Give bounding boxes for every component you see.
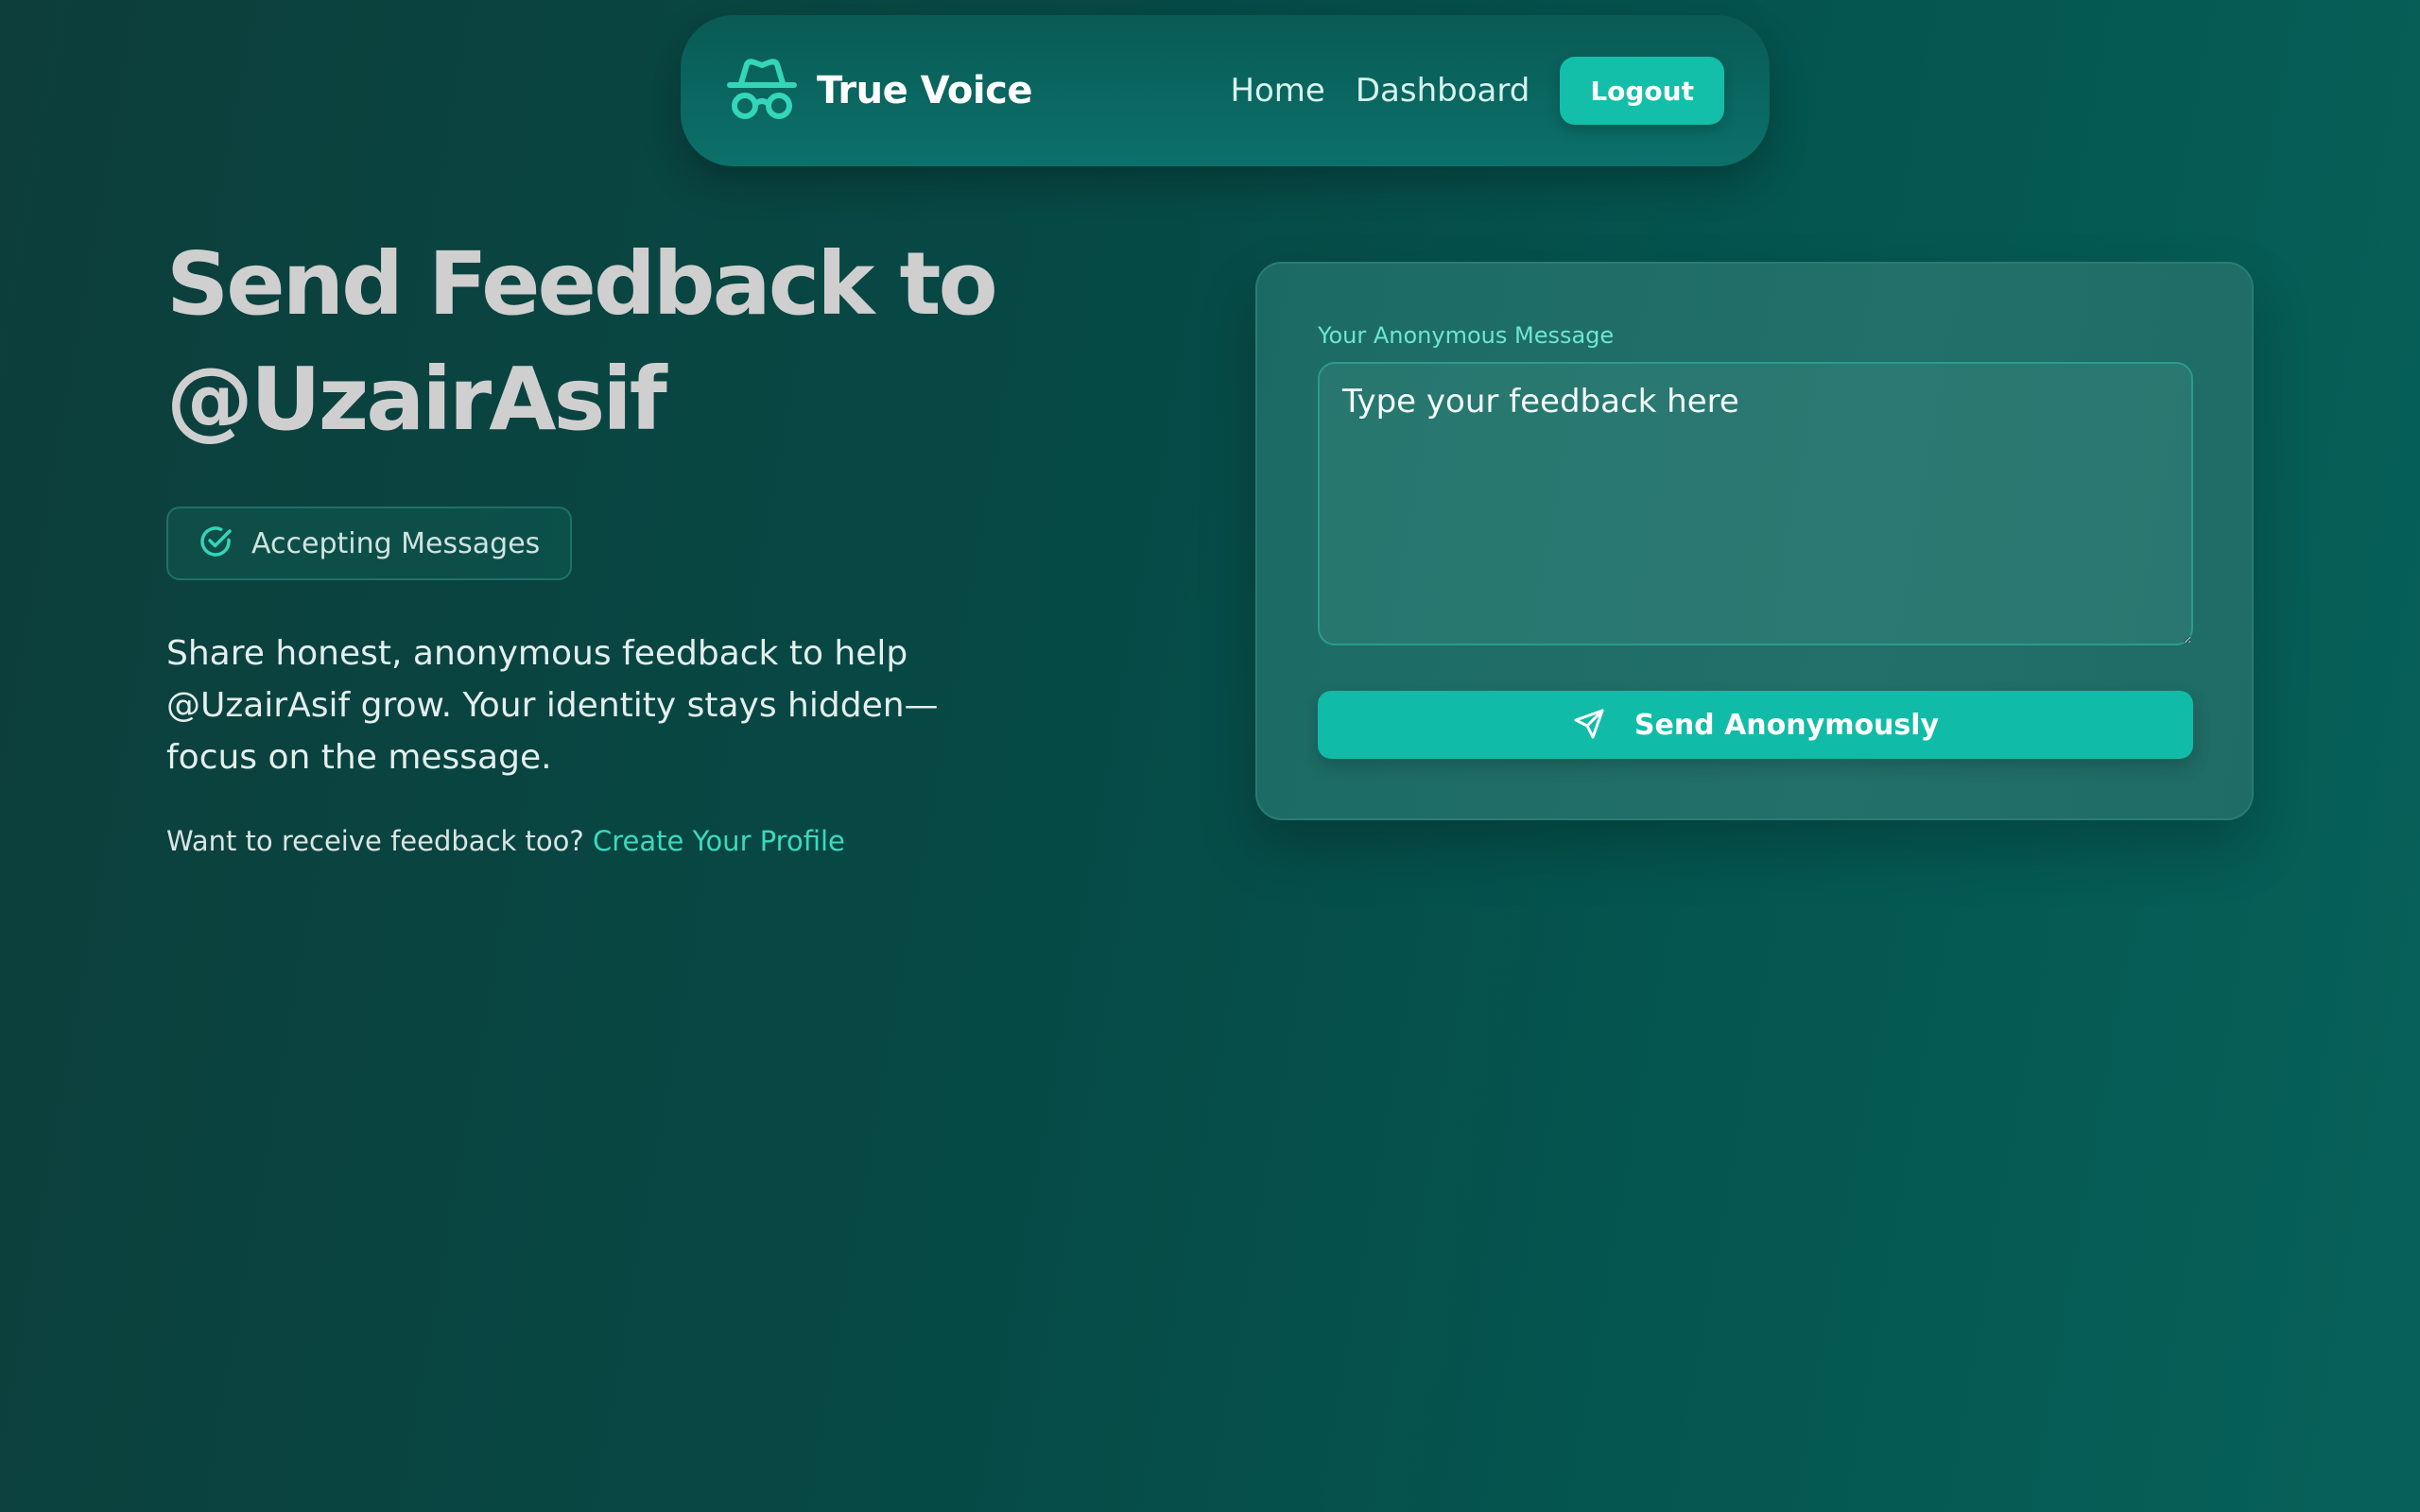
send-icon (1572, 707, 1606, 744)
send-button-label: Send Anonymously (1634, 708, 1940, 742)
message-input[interactable] (1318, 362, 2193, 645)
brand-name: True Voice (817, 69, 1032, 112)
create-profile-link[interactable]: Create Your Profile (593, 825, 845, 857)
feedback-form-card: Your Anonymous Message Send Anonymously (1255, 262, 2254, 820)
create-profile-prompt: Want to receive feedback too? Create You… (166, 825, 1017, 857)
navbar: True Voice Home Dashboard Logout (681, 15, 1770, 166)
send-anonymously-button[interactable]: Send Anonymously (1318, 691, 2193, 759)
message-label: Your Anonymous Message (1318, 322, 1615, 349)
status-badge: Accepting Messages (166, 507, 573, 580)
page-title: Send Feedback to @UzairAsif (166, 227, 1017, 457)
nav-links: Home Dashboard Logout (1230, 57, 1724, 125)
page-title-username: @UzairAsif (166, 349, 667, 450)
logout-button[interactable]: Logout (1560, 57, 1724, 125)
status-label: Accepting Messages (251, 526, 541, 560)
incognito-icon (726, 57, 798, 125)
hero-section: Send Feedback to @UzairAsif Accepting Me… (166, 227, 1017, 857)
nav-home-link[interactable]: Home (1230, 72, 1324, 110)
nav-dashboard-link[interactable]: Dashboard (1356, 72, 1530, 110)
check-circle-icon (197, 523, 234, 564)
hero-description: Share honest, anonymous feedback to help… (166, 634, 939, 777)
brand[interactable]: True Voice (726, 57, 1032, 125)
page-title-line1: Send Feedback to (166, 233, 998, 335)
create-profile-text: Want to receive feedback too? (166, 825, 584, 857)
